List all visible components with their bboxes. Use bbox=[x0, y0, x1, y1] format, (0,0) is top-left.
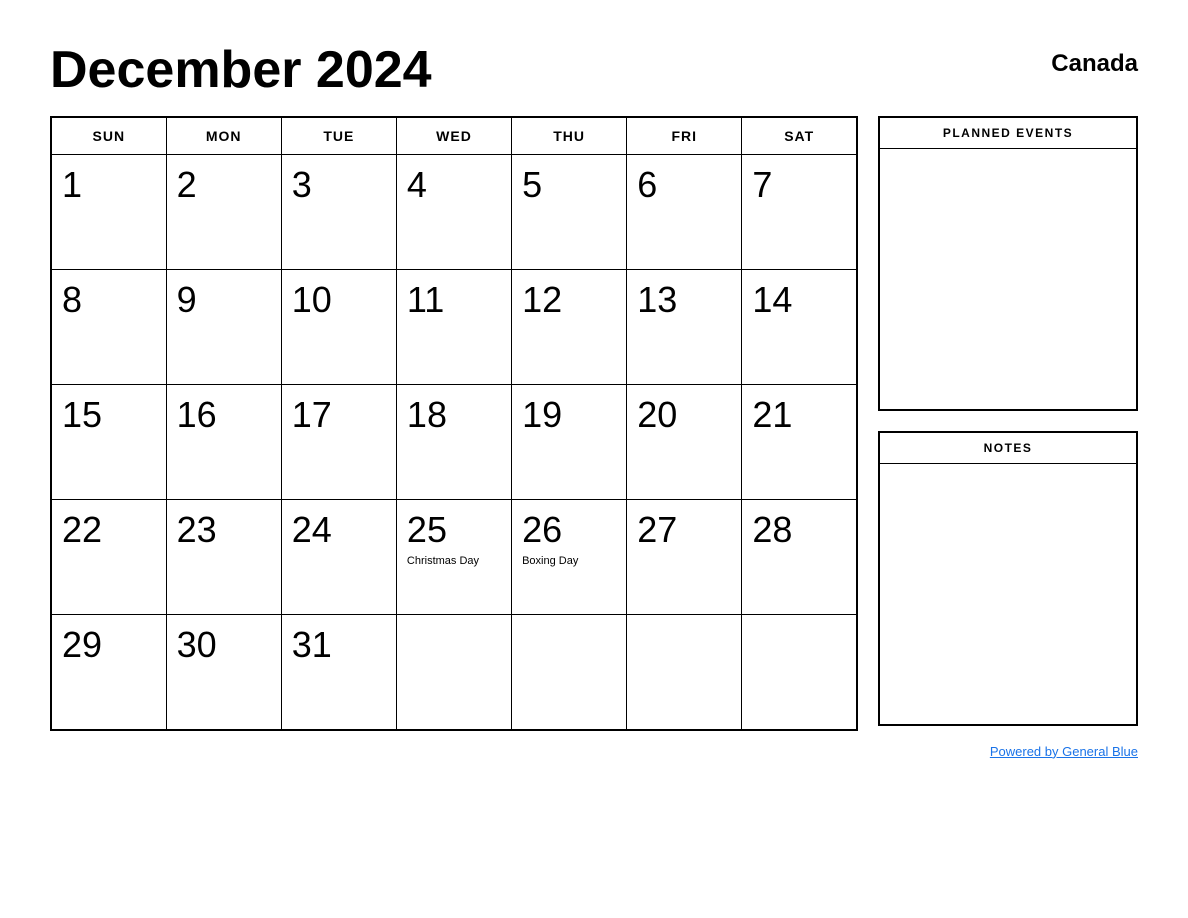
day-number: 10 bbox=[292, 278, 386, 321]
day-number: 26 bbox=[522, 508, 616, 551]
day-number: 20 bbox=[637, 393, 731, 436]
calendar-cell bbox=[396, 615, 511, 730]
calendar-cell: 6 bbox=[627, 155, 742, 270]
calendar-cell: 12 bbox=[512, 270, 627, 385]
day-number: 28 bbox=[752, 508, 846, 551]
calendar-cell bbox=[742, 615, 857, 730]
calendar-cell: 18 bbox=[396, 385, 511, 500]
calendar-cell: 22 bbox=[51, 500, 166, 615]
calendar-cell: 27 bbox=[627, 500, 742, 615]
header-wed: WED bbox=[396, 117, 511, 155]
header-sun: SUN bbox=[51, 117, 166, 155]
calendar-cell: 15 bbox=[51, 385, 166, 500]
calendar-cell: 30 bbox=[166, 615, 281, 730]
calendar-cell: 28 bbox=[742, 500, 857, 615]
calendar-week-row: 1234567 bbox=[51, 155, 857, 270]
header-tue: TUE bbox=[281, 117, 396, 155]
day-number: 24 bbox=[292, 508, 386, 551]
day-number: 30 bbox=[177, 623, 271, 666]
days-header-row: SUN MON TUE WED THU FRI SAT bbox=[51, 117, 857, 155]
calendar-cell: 1 bbox=[51, 155, 166, 270]
header-fri: FRI bbox=[627, 117, 742, 155]
calendar-cell: 9 bbox=[166, 270, 281, 385]
holiday-label: Boxing Day bbox=[522, 555, 616, 567]
holiday-label: Christmas Day bbox=[407, 555, 501, 567]
day-number: 5 bbox=[522, 163, 616, 206]
footer: Powered by General Blue bbox=[50, 743, 1138, 761]
calendar-cell: 29 bbox=[51, 615, 166, 730]
calendar-cell: 21 bbox=[742, 385, 857, 500]
day-number: 22 bbox=[62, 508, 156, 551]
day-number: 27 bbox=[637, 508, 731, 551]
calendar-cell: 7 bbox=[742, 155, 857, 270]
calendar-cell: 26 Boxing Day bbox=[512, 500, 627, 615]
calendar-cell: 19 bbox=[512, 385, 627, 500]
calendar-cell: 14 bbox=[742, 270, 857, 385]
day-number: 8 bbox=[62, 278, 156, 321]
notes-box: NOTES bbox=[878, 431, 1138, 726]
calendar-cell: 8 bbox=[51, 270, 166, 385]
page: December 2024 Canada SUN MON TUE WED THU… bbox=[0, 0, 1188, 918]
calendar-cell: 2 bbox=[166, 155, 281, 270]
powered-by-link[interactable]: Powered by General Blue bbox=[990, 744, 1138, 759]
header-sat: SAT bbox=[742, 117, 857, 155]
calendar-cell: 24 bbox=[281, 500, 396, 615]
calendar-cell bbox=[627, 615, 742, 730]
calendar-cell: 13 bbox=[627, 270, 742, 385]
planned-events-box: PLANNED EVENTS bbox=[878, 116, 1138, 411]
planned-events-header: PLANNED EVENTS bbox=[880, 118, 1136, 149]
day-number: 15 bbox=[62, 393, 156, 436]
calendar-cell: 23 bbox=[166, 500, 281, 615]
day-number: 12 bbox=[522, 278, 616, 321]
sidebar: PLANNED EVENTS NOTES bbox=[878, 116, 1138, 731]
calendar-cell: 5 bbox=[512, 155, 627, 270]
day-number: 7 bbox=[752, 163, 846, 206]
day-number: 18 bbox=[407, 393, 501, 436]
day-number: 16 bbox=[177, 393, 271, 436]
day-number: 9 bbox=[177, 278, 271, 321]
day-number: 23 bbox=[177, 508, 271, 551]
calendar-cell: 20 bbox=[627, 385, 742, 500]
calendar-cell: 25 Christmas Day bbox=[396, 500, 511, 615]
day-number: 1 bbox=[62, 163, 156, 206]
calendar-week-row: 89 10 11 12 13 14 bbox=[51, 270, 857, 385]
main-content: SUN MON TUE WED THU FRI SAT 123456789101… bbox=[50, 116, 1138, 731]
day-number: 6 bbox=[637, 163, 731, 206]
day-number: 21 bbox=[752, 393, 846, 436]
calendar-week-row: 15 16 17 18 19 20 21 bbox=[51, 385, 857, 500]
month-title: December 2024 bbox=[50, 40, 432, 100]
day-number: 25 bbox=[407, 508, 501, 551]
calendar-cell: 11 bbox=[396, 270, 511, 385]
day-number: 29 bbox=[62, 623, 156, 666]
day-number: 4 bbox=[407, 163, 501, 206]
calendar-cell: 17 bbox=[281, 385, 396, 500]
day-number: 14 bbox=[752, 278, 846, 321]
calendar-section: SUN MON TUE WED THU FRI SAT 123456789101… bbox=[50, 116, 858, 731]
day-number: 31 bbox=[292, 623, 386, 666]
day-number: 13 bbox=[637, 278, 731, 321]
day-number: 11 bbox=[407, 278, 501, 321]
calendar-cell bbox=[512, 615, 627, 730]
notes-header: NOTES bbox=[880, 433, 1136, 464]
planned-events-body bbox=[880, 149, 1136, 409]
day-number: 19 bbox=[522, 393, 616, 436]
calendar-week-row: 22 23 24 25 Christmas Day 26 Boxing Day 27 28 bbox=[51, 500, 857, 615]
header: December 2024 Canada bbox=[50, 40, 1138, 100]
calendar-table: SUN MON TUE WED THU FRI SAT 123456789101… bbox=[50, 116, 858, 731]
calendar-week-row: 29 30 31 bbox=[51, 615, 857, 730]
day-number: 3 bbox=[292, 163, 386, 206]
header-thu: THU bbox=[512, 117, 627, 155]
calendar-cell: 16 bbox=[166, 385, 281, 500]
calendar-cell: 31 bbox=[281, 615, 396, 730]
header-mon: MON bbox=[166, 117, 281, 155]
calendar-cell: 4 bbox=[396, 155, 511, 270]
calendar-cell: 3 bbox=[281, 155, 396, 270]
day-number: 17 bbox=[292, 393, 386, 436]
calendar-cell: 10 bbox=[281, 270, 396, 385]
country-title: Canada bbox=[1051, 40, 1138, 78]
notes-body bbox=[880, 464, 1136, 724]
day-number: 2 bbox=[177, 163, 271, 206]
